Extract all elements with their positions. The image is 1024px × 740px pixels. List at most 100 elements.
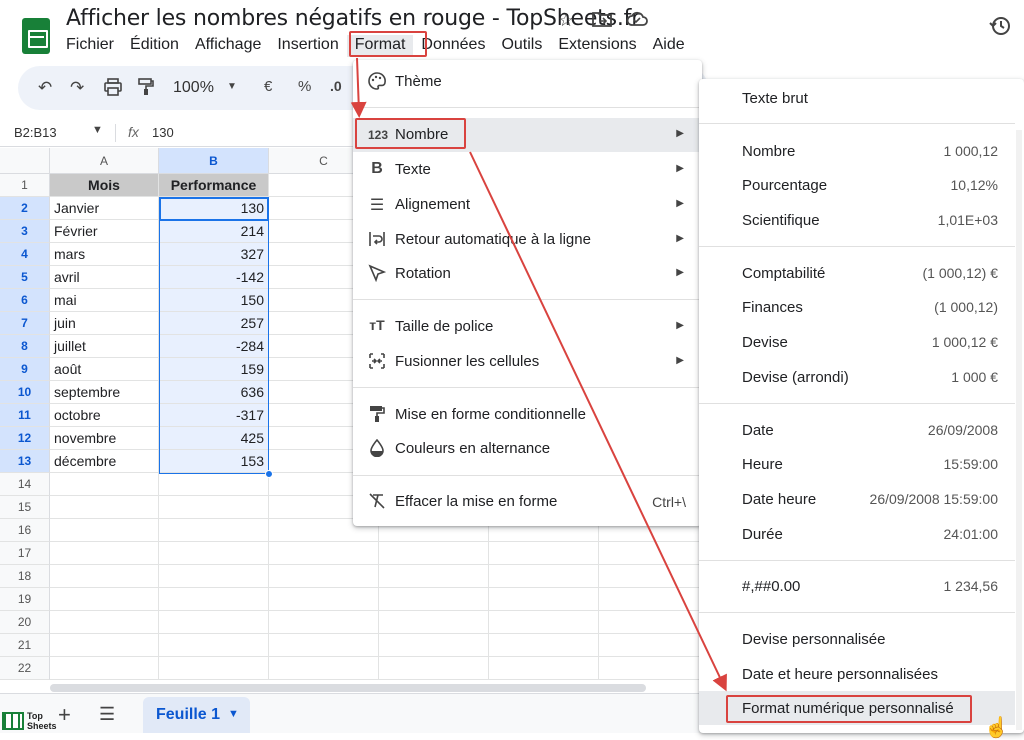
menu-format[interactable]: Format	[346, 35, 414, 57]
grid-cell[interactable]: juin	[50, 312, 159, 335]
grid-cell[interactable]: 636	[159, 381, 269, 404]
format-menu-theme[interactable]: Thème	[353, 65, 702, 99]
grid-cell[interactable]: août	[50, 358, 159, 381]
row-header[interactable]: 17	[0, 542, 50, 565]
grid-cell[interactable]	[269, 542, 379, 565]
column-header-a[interactable]: A	[50, 148, 159, 174]
grid-cell[interactable]: 425	[159, 427, 269, 450]
number-format-duration[interactable]: Durée 24:01:00	[699, 517, 1015, 551]
row-header[interactable]: 8	[0, 335, 50, 358]
grid-cell[interactable]	[269, 634, 379, 657]
sheets-logo-icon[interactable]	[22, 18, 50, 54]
grid-cell[interactable]	[159, 588, 269, 611]
grid-cell[interactable]	[489, 611, 599, 634]
sheet-tab-caret-icon[interactable]: ▼	[228, 708, 239, 720]
all-sheets-menu-icon[interactable]: ☰	[99, 704, 115, 725]
grid-cell[interactable]: 130	[159, 197, 269, 220]
header-cell[interactable]: Mois	[50, 174, 159, 197]
grid-cell[interactable]	[489, 565, 599, 588]
grid-cell[interactable]: Janvier	[50, 197, 159, 220]
number-format-number[interactable]: Nombre 1 000,12	[699, 134, 1015, 168]
print-icon[interactable]	[104, 78, 122, 101]
format-menu-alignment[interactable]: ☰ Alignement ▶	[353, 188, 702, 222]
grid-cell[interactable]	[50, 611, 159, 634]
grid-cell[interactable]	[379, 634, 489, 657]
header-cell[interactable]: Performance	[159, 174, 269, 197]
add-sheet-icon[interactable]: +	[58, 702, 71, 728]
number-format-scientific[interactable]: Scientifique 1,01E+03	[699, 203, 1015, 237]
select-all-corner[interactable]	[0, 148, 50, 174]
name-box[interactable]: B2:B13	[14, 125, 57, 140]
row-header[interactable]: 18	[0, 565, 50, 588]
row-header[interactable]: 1	[0, 174, 50, 197]
number-format-pattern[interactable]: #,##0.00 1 234,56	[699, 569, 1015, 603]
menu-donnees[interactable]: Données	[413, 35, 493, 57]
grid-cell[interactable]	[599, 565, 700, 588]
number-format-datetime[interactable]: Date heure 26/09/2008 15:59:00	[699, 482, 1015, 516]
grid-cell[interactable]: octobre	[50, 404, 159, 427]
grid-cell[interactable]: 153	[159, 450, 269, 473]
row-header[interactable]: 5	[0, 266, 50, 289]
grid-cell[interactable]: Février	[50, 220, 159, 243]
row-header[interactable]: 19	[0, 588, 50, 611]
grid-cell[interactable]	[50, 542, 159, 565]
grid-cell[interactable]	[159, 473, 269, 496]
number-format-time[interactable]: Heure 15:59:00	[699, 447, 1015, 481]
grid-cell[interactable]	[159, 657, 269, 680]
number-format-custom-currency[interactable]: Devise personnalisée	[699, 622, 1015, 656]
history-icon[interactable]	[986, 14, 1014, 42]
grid-cell[interactable]: 214	[159, 220, 269, 243]
grid-cell[interactable]	[599, 611, 700, 634]
grid-cell[interactable]	[489, 634, 599, 657]
grid-cell[interactable]	[159, 542, 269, 565]
grid-cell[interactable]	[599, 542, 700, 565]
grid-cell[interactable]: 150	[159, 289, 269, 312]
grid-cell[interactable]	[599, 657, 700, 680]
row-header[interactable]: 15	[0, 496, 50, 519]
grid-cell[interactable]	[159, 634, 269, 657]
row-header[interactable]: 12	[0, 427, 50, 450]
horizontal-scrollbar-thumb[interactable]	[50, 684, 646, 692]
format-menu-conditional[interactable]: Mise en forme conditionnelle	[353, 398, 702, 432]
row-header[interactable]: 14	[0, 473, 50, 496]
move-folder-icon[interactable]	[592, 10, 612, 33]
percent-format-button[interactable]: %	[298, 78, 311, 95]
row-header[interactable]: 4	[0, 243, 50, 266]
grid-cell[interactable]: 327	[159, 243, 269, 266]
grid-cell[interactable]	[599, 588, 700, 611]
row-header[interactable]: 9	[0, 358, 50, 381]
row-header[interactable]: 21	[0, 634, 50, 657]
grid-cell[interactable]	[379, 611, 489, 634]
grid-cell[interactable]	[159, 565, 269, 588]
number-format-custom-datetime[interactable]: Date et heure personnalisées	[699, 657, 1015, 691]
grid-cell[interactable]	[159, 519, 269, 542]
grid-cell[interactable]	[599, 634, 700, 657]
grid-cell[interactable]	[489, 542, 599, 565]
format-menu-number[interactable]: 123 Nombre ▶	[353, 118, 702, 152]
number-format-plain-text[interactable]: Texte brut	[699, 81, 1015, 115]
grid-cell[interactable]	[379, 657, 489, 680]
row-header[interactable]: 7	[0, 312, 50, 335]
grid-cell[interactable]: -317	[159, 404, 269, 427]
currency-format-button[interactable]: €	[264, 78, 272, 95]
grid-cell[interactable]	[50, 588, 159, 611]
format-menu-clear[interactable]: Effacer la mise en forme Ctrl+\	[353, 485, 702, 519]
submenu-scrollbar[interactable]	[1016, 130, 1022, 730]
format-menu-font-size[interactable]: тT Taille de police ▶	[353, 310, 702, 344]
undo-icon[interactable]: ↶	[38, 78, 52, 98]
grid-cell[interactable]	[50, 565, 159, 588]
column-header-b[interactable]: B	[159, 148, 269, 174]
grid-cell[interactable]	[50, 496, 159, 519]
paint-format-icon[interactable]	[138, 78, 154, 101]
grid-cell[interactable]	[489, 588, 599, 611]
grid-cell[interactable]	[379, 542, 489, 565]
grid-cell[interactable]	[50, 634, 159, 657]
menu-fichier[interactable]: Fichier	[58, 35, 122, 57]
grid-cell[interactable]	[269, 565, 379, 588]
format-menu-merge[interactable]: Fusionner les cellules ▶	[353, 345, 702, 379]
format-menu-wrap[interactable]: Retour automatique à la ligne ▶	[353, 223, 702, 257]
grid-cell[interactable]: -284	[159, 335, 269, 358]
fill-handle[interactable]	[265, 470, 273, 478]
grid-cell[interactable]: septembre	[50, 381, 159, 404]
grid-cell[interactable]	[379, 588, 489, 611]
